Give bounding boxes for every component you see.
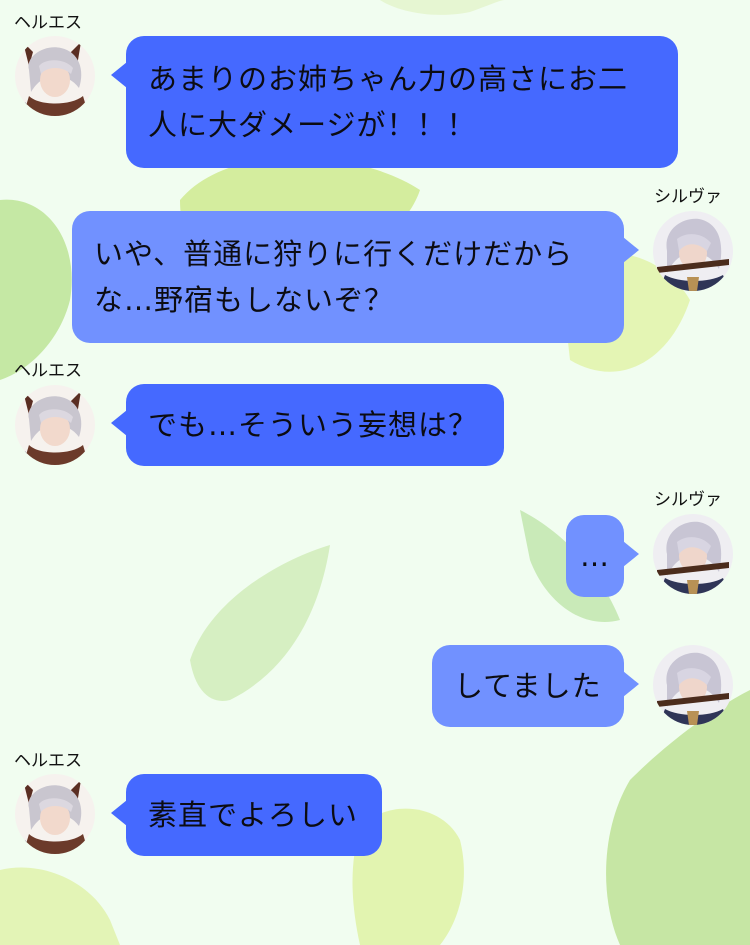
message-bubble: 素直でよろしい xyxy=(111,774,382,856)
helles-avatar[interactable] xyxy=(15,36,95,116)
silva-avatar[interactable] xyxy=(653,514,733,594)
chat-thread: ヘルエス あまりのお姉ちゃん力の高さにお二 人に大ダメージが！！！ シルヴァ い xyxy=(0,0,750,945)
message-text: してました xyxy=(454,669,602,703)
message-bubble: いや、普通に狩りに行くだけだから な…野宿もしないぞ？ xyxy=(72,211,639,343)
message-text: でも…そういう妄想は？ xyxy=(148,408,479,442)
silva-avatar[interactable] xyxy=(653,211,733,291)
sender-name: ヘルエス xyxy=(14,751,82,771)
sender-name: ヘルエス xyxy=(14,361,82,381)
message-text: 素直でよろしい xyxy=(148,798,359,832)
message-bubble: あまりのお姉ちゃん力の高さにお二 人に大ダメージが！！！ xyxy=(111,36,678,168)
message-bubble: してました xyxy=(432,645,639,727)
silva-avatar[interactable] xyxy=(653,645,733,725)
sender-name: ヘルエス xyxy=(14,13,82,33)
message-text: … xyxy=(580,539,610,573)
message-bubble: でも…そういう妄想は？ xyxy=(111,384,504,466)
message-text: いや、普通に狩りに行くだけだから な…野宿もしないぞ？ xyxy=(94,237,574,317)
sender-name: シルヴァ xyxy=(654,490,722,510)
message-bubble: … xyxy=(566,515,639,597)
message-text: あまりのお姉ちゃん力の高さにお二 人に大ダメージが！！！ xyxy=(148,62,629,142)
sender-name: シルヴァ xyxy=(654,187,722,207)
helles-avatar[interactable] xyxy=(15,774,95,854)
helles-avatar[interactable] xyxy=(15,385,95,465)
